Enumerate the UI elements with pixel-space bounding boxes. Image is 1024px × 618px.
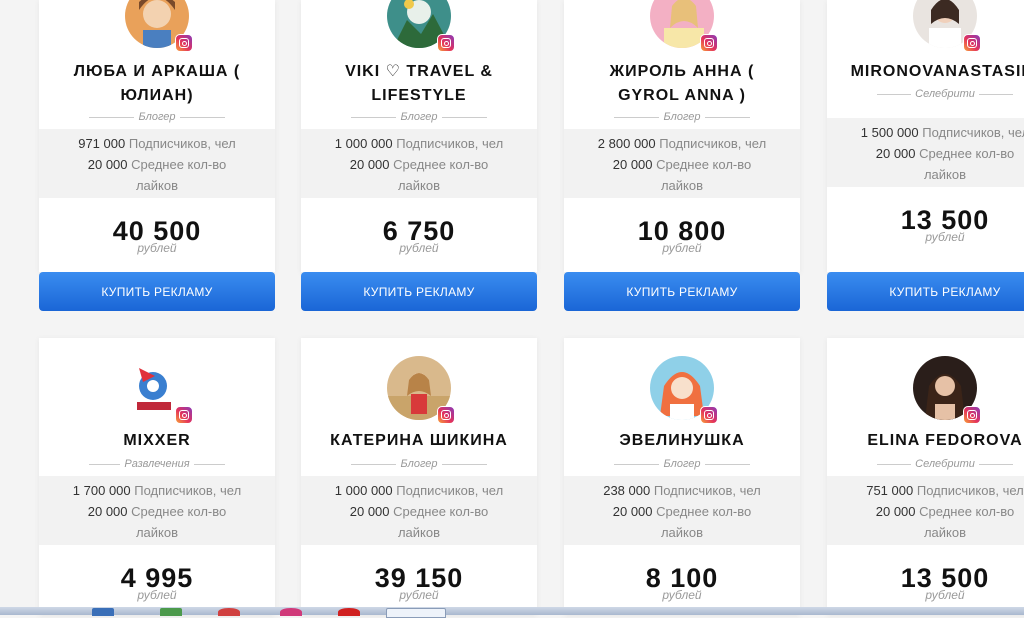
category-label: Развлечения [39,457,275,471]
category-label: Блогер [39,110,275,124]
stats-block: 1 000 000 Подписчиков, чел 20 000 Средне… [301,476,537,545]
avatar[interactable] [125,0,193,52]
instagram-icon [175,34,193,52]
influencer-name[interactable]: ЖИРОЛЬ АННА (GYROL ANNA ) [564,60,800,108]
currency-label: рублей [399,241,439,255]
avatar[interactable] [387,356,455,424]
stats-block: 1 000 000 Подписчиков, чел 20 000 Средне… [301,129,537,198]
currency-label: рублей [399,588,439,602]
avatar[interactable] [387,0,455,52]
avatar[interactable] [125,356,193,424]
stats-block: 2 800 000 Подписчиков, чел 20 000 Средне… [564,129,800,198]
stats-block: 971 000 Подписчиков, чел 20 000 Среднее … [39,129,275,198]
influencer-name[interactable]: VIKI ♡ TRAVEL & LIFESTYLE [301,60,537,108]
buy-ad-button[interactable]: КУПИТЬ РЕКЛАМУ [301,272,537,311]
influencer-card: ЖИРОЛЬ АННА (GYROL ANNA ) Блогер 2 800 0… [564,0,800,311]
buy-ad-button[interactable]: КУПИТЬ РЕКЛАМУ [827,272,1024,311]
instagram-icon [175,406,193,424]
stats-block: 1 500 000 Подписчиков, чел 20 000 Средне… [827,118,1024,187]
instagram-icon [963,34,981,52]
avatar[interactable] [913,356,981,424]
category-label: Блогер [564,110,800,124]
stats-block: 238 000 Подписчиков, чел 20 000 Среднее … [564,476,800,545]
category-label: Блогер [301,457,537,471]
influencer-card: ЛЮБА И АРКАША (ЮЛИАН) Блогер 971 000 Под… [39,0,275,311]
avatar[interactable] [650,356,718,424]
currency-label: рублей [662,588,702,602]
stats-block: 1 700 000 Подписчиков, чел 20 000 Средне… [39,476,275,545]
category-label: Селебрити [827,457,1024,471]
category-label: Блогер [564,457,800,471]
os-taskbar [0,607,1024,618]
influencer-card: ELINA FEDOROVA Селебрити 751 000 Подписч… [827,338,1024,615]
influencer-name[interactable]: MIRONOVANASTASIIA [827,60,1024,84]
currency-label: рублей [925,588,965,602]
buy-ad-button[interactable]: КУПИТЬ РЕКЛАМУ [39,272,275,311]
currency-label: рублей [662,241,702,255]
influencer-name[interactable]: MIXXER [39,429,275,453]
influencer-card: MIXXER Развлечения 1 700 000 Подписчиков… [39,338,275,615]
influencer-card: ЭВЕЛИНУШКА Блогер 238 000 Подписчиков, ч… [564,338,800,615]
currency-label: рублей [925,230,965,244]
instagram-icon [963,406,981,424]
influencer-name[interactable]: ЭВЕЛИНУШКА [564,429,800,453]
influencer-name[interactable]: КАТЕРИНА ШИКИНА [301,429,537,453]
influencer-card: MIRONOVANASTASIIA Селебрити 1 500 000 По… [827,0,1024,311]
avatar[interactable] [913,0,981,52]
buy-ad-button[interactable]: КУПИТЬ РЕКЛАМУ [564,272,800,311]
instagram-icon [700,34,718,52]
stats-block: 751 000 Подписчиков, чел 20 000 Среднее … [827,476,1024,545]
influencer-card: КАТЕРИНА ШИКИНА Блогер 1 000 000 Подписч… [301,338,537,615]
influencer-name[interactable]: ЛЮБА И АРКАША (ЮЛИАН) [39,60,275,108]
taskbar-active-app[interactable] [386,608,446,618]
influencer-card: VIKI ♡ TRAVEL & LIFESTYLE Блогер 1 000 00… [301,0,537,311]
instagram-icon [437,406,455,424]
category-label: Блогер [301,110,537,124]
influencer-name[interactable]: ELINA FEDOROVA [827,429,1024,453]
instagram-icon [700,406,718,424]
instagram-icon [437,34,455,52]
category-label: Селебрити [827,87,1024,101]
avatar[interactable] [650,0,718,52]
currency-label: рублей [137,241,177,255]
currency-label: рублей [137,588,177,602]
